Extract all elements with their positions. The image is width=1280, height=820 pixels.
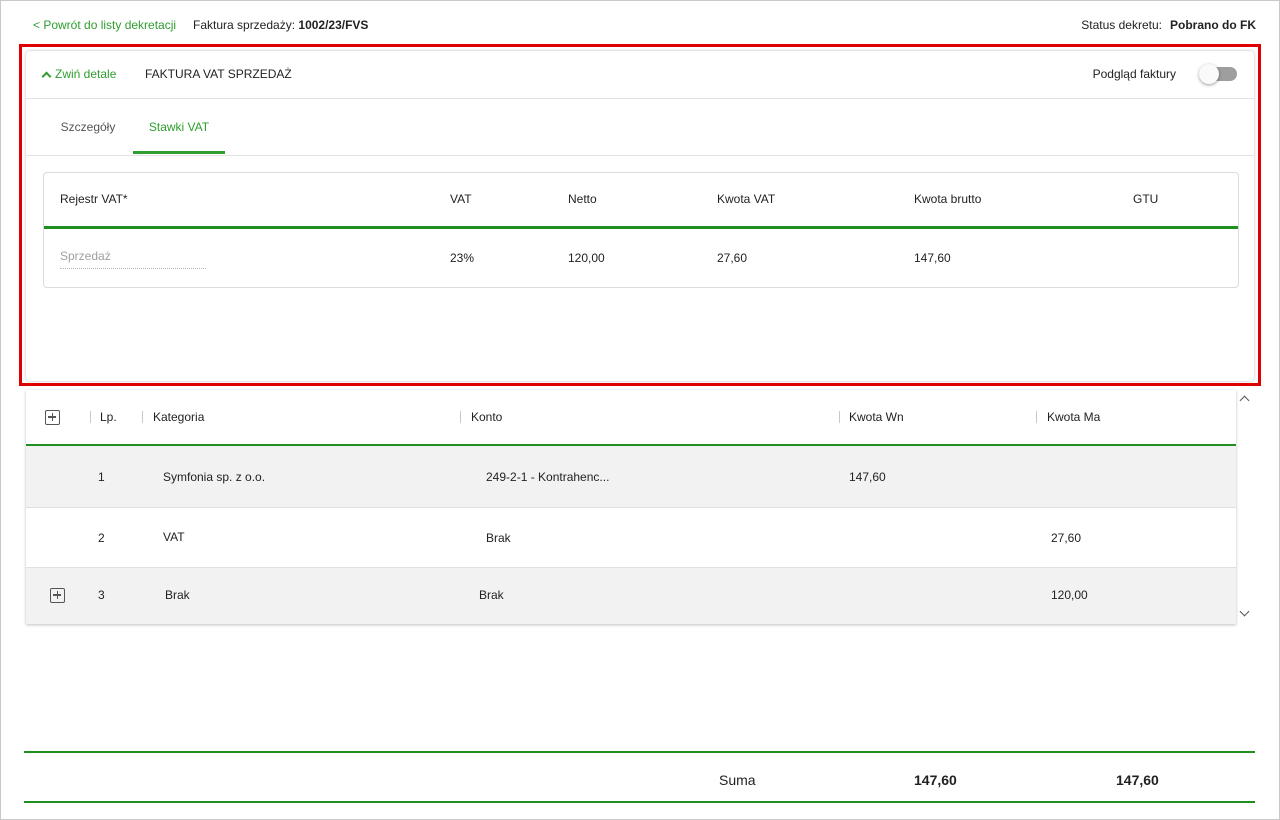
vat-rate-value: 23% (450, 251, 475, 265)
back-to-list-link[interactable]: < Powrót do listy dekretacji (33, 18, 176, 32)
row-konto: Brak (486, 531, 511, 545)
decree-table: Lp. Kategoria Konto Kwota Wn Kwota Ma 1 … (26, 390, 1236, 624)
header-konto: Konto (471, 410, 503, 424)
header-kategoria: Kategoria (153, 410, 205, 424)
column-separator (839, 411, 840, 423)
column-separator (90, 411, 91, 423)
card-header: Zwiń detale FAKTURA VAT SPRZEDAŻ Podgląd… (26, 51, 1254, 99)
chevron-up-icon (41, 71, 52, 81)
row-kwota-ma: 27,60 (1051, 531, 1082, 545)
collapse-label: Zwiń detale (55, 67, 117, 81)
invoice-preview-toggle[interactable] (1199, 64, 1237, 84)
column-separator (1036, 411, 1037, 423)
tab-vat-rates[interactable]: Stawki VAT (133, 99, 225, 154)
vat-table-row: Sprzedaż 23% 120,00 27,60 147,60 (44, 229, 1238, 289)
column-separator (142, 411, 143, 423)
decree-status: Status dekretu: Pobrano do FK (1081, 18, 1256, 32)
row-lp: 3 (98, 588, 105, 602)
chevron-up-icon[interactable] (1239, 395, 1250, 406)
row-kwota-ma: 120,00 (1051, 588, 1088, 602)
status-label: Status dekretu: (1081, 18, 1162, 32)
summary-bar: Suma 147,60 147,60 (24, 751, 1255, 803)
chevron-down-icon[interactable] (1239, 606, 1250, 617)
invoice-title: Faktura sprzedaży: 1002/23/FVS (193, 18, 368, 32)
tab-details[interactable]: Szczegóły (48, 99, 128, 155)
header-netto: Netto (568, 192, 597, 206)
kwota-brutto-value: 147,60 (914, 251, 951, 265)
vat-register-select[interactable]: Sprzedaż (60, 249, 206, 269)
details-tabs: Szczegóły Stawki VAT (26, 99, 1254, 156)
invoice-prefix: Faktura sprzedaży: (193, 18, 296, 32)
status-value: Pobrano do FK (1170, 18, 1256, 32)
netto-value: 120,00 (568, 251, 605, 265)
header-kwota-brutto: Kwota brutto (914, 192, 982, 206)
table-row[interactable]: 2 VAT Brak 27,60 (26, 508, 1236, 568)
vat-table-header: Rejestr VAT* VAT Netto Kwota VAT Kwota b… (44, 173, 1238, 229)
table-scrollbar[interactable] (1236, 390, 1254, 624)
row-kategoria: VAT (163, 530, 185, 544)
invoice-details-card: Zwiń detale FAKTURA VAT SPRZEDAŻ Podgląd… (26, 51, 1254, 381)
header-lp: Lp. (100, 410, 117, 424)
expand-row-icon[interactable] (50, 588, 65, 603)
header-kwota-wn: Kwota Wn (849, 410, 904, 424)
row-kategoria: Brak (165, 588, 190, 602)
row-konto: 249-2-1 - Kontrahenc... (486, 470, 610, 484)
expand-all-icon[interactable] (45, 410, 60, 425)
decree-table-header: Lp. Kategoria Konto Kwota Wn Kwota Ma (26, 390, 1236, 446)
sum-kwota-wn: 147,60 (914, 772, 957, 788)
table-row[interactable]: 1 Symfonia sp. z o.o. 249-2-1 - Kontrahe… (26, 446, 1236, 508)
collapse-details-button[interactable]: Zwiń detale (41, 67, 117, 81)
invoice-number: 1002/23/FVS (298, 18, 369, 32)
card-title: FAKTURA VAT SPRZEDAŻ (145, 67, 292, 81)
sum-kwota-ma: 147,60 (1116, 772, 1159, 788)
sum-label: Suma (719, 772, 756, 788)
row-konto: Brak (479, 588, 504, 602)
top-bar: < Powrót do listy dekretacji Faktura spr… (33, 18, 1256, 34)
header-kwota-ma: Kwota Ma (1047, 410, 1101, 424)
column-separator (460, 411, 461, 423)
table-row[interactable]: 3 Brak Brak 120,00 (26, 568, 1236, 624)
vat-rates-table: Rejestr VAT* VAT Netto Kwota VAT Kwota b… (43, 172, 1239, 288)
row-kategoria: Symfonia sp. z o.o. (163, 470, 266, 484)
row-lp: 1 (98, 470, 105, 484)
invoice-preview-label: Podgląd faktury (1092, 67, 1176, 81)
row-lp: 2 (98, 531, 105, 545)
row-kwota-wn: 147,60 (849, 470, 886, 484)
header-rejestr-vat: Rejestr VAT* (60, 192, 128, 206)
kwota-vat-value: 27,60 (717, 251, 748, 265)
header-vat: VAT (450, 192, 472, 206)
toggle-knob (1199, 64, 1219, 84)
header-gtu: GTU (1133, 192, 1159, 206)
header-kwota-vat: Kwota VAT (717, 192, 776, 206)
